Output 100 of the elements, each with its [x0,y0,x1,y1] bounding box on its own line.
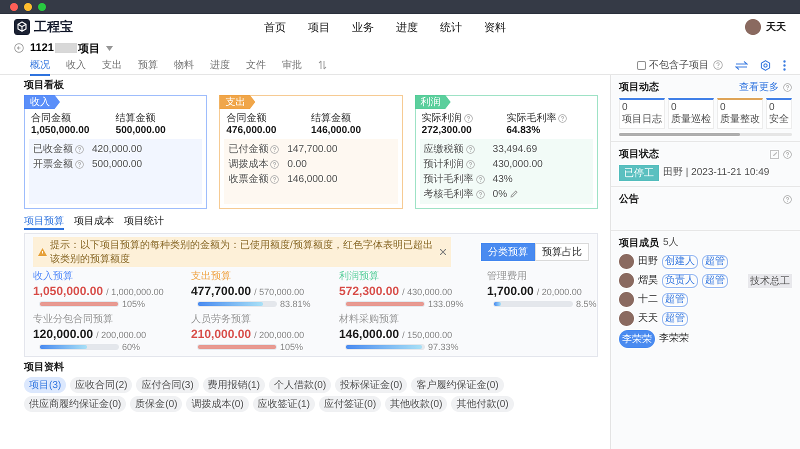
project-tab[interactable]: 概况 [30,54,50,76]
detail-value: 33,494.69 [492,142,538,156]
project-title[interactable]: 1121 项目 [30,40,100,56]
sort-icon[interactable] [318,60,327,70]
avatar [619,254,634,269]
help-icon [476,190,485,198]
member-name: 十二 [638,294,658,306]
detail-label: 预计利润 [424,157,475,171]
settings-icon[interactable] [760,60,771,70]
edit-icon[interactable] [510,190,518,198]
help-icon [558,114,568,122]
metric-value: 476,000.00 [226,125,276,136]
caret-icon[interactable] [106,46,113,50]
scrollbar[interactable] [619,133,792,136]
nav-item[interactable]: 项目 [308,20,330,34]
view-toggle[interactable]: 预算占比 [535,243,589,261]
filter-tag[interactable]: 其他付款(0) [451,396,514,412]
budget-tab[interactable]: 项目预算 [24,214,64,230]
stat-card[interactable]: 0 质量整改 [717,98,763,129]
filter-tag[interactable]: 其他收款(0) [385,396,448,412]
detail-label: 预计毛利率 [424,172,485,186]
used-amount: 210,000.00 [191,327,252,341]
project-tab[interactable]: 物料 [174,54,194,76]
role-tag: 超管 [702,274,728,288]
maximize-icon[interactable] [38,3,46,11]
user-avatar[interactable] [745,19,761,35]
nav-item[interactable]: 统计 [440,20,462,34]
help-icon [270,144,280,154]
used-amount: 146,000.00 [339,327,400,341]
used-amount: 1,700.00 [487,284,534,298]
avatar [619,292,634,307]
close-icon[interactable] [10,3,18,11]
filter-tag[interactable]: 投标保证金(0) [335,377,408,393]
filter-tag[interactable]: 应付签证(0) [318,396,382,412]
back-icon[interactable] [14,43,24,53]
filter-tag[interactable]: 应收签证(1) [252,396,315,412]
filter-tag[interactable]: 费用报销(1) [202,377,265,393]
percent-text: 83.81% [280,299,311,309]
nav-item[interactable]: 进度 [396,20,418,34]
close-icon[interactable] [440,249,446,255]
help-icon [270,174,280,184]
more-icon[interactable] [783,60,786,70]
swap-icon[interactable] [735,60,748,70]
detail-label: 调拨成本 [228,157,280,171]
filter-tag[interactable]: 客户履约保证金(0) [411,377,504,393]
card-tag: 支出 [219,95,256,109]
filter-tag[interactable]: 项目(3) [24,377,66,393]
cube-logo-icon [14,19,30,35]
project-tab[interactable]: 预算 [138,54,158,76]
percent-text: 133.09% [428,299,464,309]
avatar [619,311,634,326]
stat-count: 0 [622,102,628,114]
logo-text: 工程宝 [34,18,73,36]
budget-total: / 200,000.00 [254,330,304,340]
project-tab[interactable]: 支出 [102,54,122,76]
warning-icon [38,248,47,256]
filter-tag[interactable]: 质保金(0) [130,396,182,412]
budget-total: / 20,000.00 [536,287,582,297]
project-tab[interactable]: 文件 [246,54,266,76]
metric-label: 结算金额 [116,112,156,125]
stat-count: 0 [671,102,677,114]
filter-tag[interactable]: 个人借款(0) [268,377,332,393]
nav-item[interactable]: 首页 [264,20,286,34]
filter-tag[interactable]: 应付合同(3) [136,377,199,393]
project-tab[interactable]: 审批 [282,54,302,76]
budget-tab[interactable]: 项目统计 [124,214,164,230]
stat-label: 安全 [769,114,789,126]
budget-tab[interactable]: 项目成本 [74,214,114,230]
detail-label: 应缴税额 [424,142,475,156]
view-more-link[interactable]: 查看更多 [739,80,779,94]
stat-card[interactable]: 0 质量巡检 [668,98,714,129]
budget-label: 人员劳务预算 [191,312,251,326]
filter-tag[interactable]: 供应商履约保证金(0) [24,396,126,412]
stat-count: 0 [720,102,726,114]
budget-total: / 150,000.00 [402,330,452,340]
detail-value: 420,000.00 [92,142,142,156]
help-icon [466,160,475,168]
stat-card[interactable]: 0 项目日志 [619,98,665,129]
stat-card[interactable]: 0 安全 [766,98,792,129]
exclude-subprojects-checkbox[interactable]: 不包含子项目 [637,58,709,72]
metric-label: 结算金额 [310,112,351,125]
nav-item[interactable]: 业务 [352,20,374,34]
budget-label: 专业分包合同预算 [33,312,113,326]
position-tag: 技术总工 [748,274,792,288]
project-tab[interactable]: 进度 [210,54,230,76]
metric-value: 64.83% [506,125,540,136]
filter-tag[interactable]: 调拨成本(0) [186,396,249,412]
card-tag: 利润 [414,95,451,109]
detail-value: 43% [492,172,513,186]
help-icon [476,174,485,184]
section-title: 公告 [619,192,639,206]
budget-total: / 200,000.00 [96,330,146,340]
nav-item[interactable]: 资料 [484,20,506,34]
filter-tag[interactable]: 应收合同(2) [70,377,132,393]
metric-label: 合同金额 [31,112,71,125]
project-tab[interactable]: 收入 [66,54,86,76]
minimize-icon[interactable] [24,3,32,11]
help-icon [783,194,792,204]
help-icon [783,82,792,92]
used-amount: 120,000.00 [33,327,94,341]
